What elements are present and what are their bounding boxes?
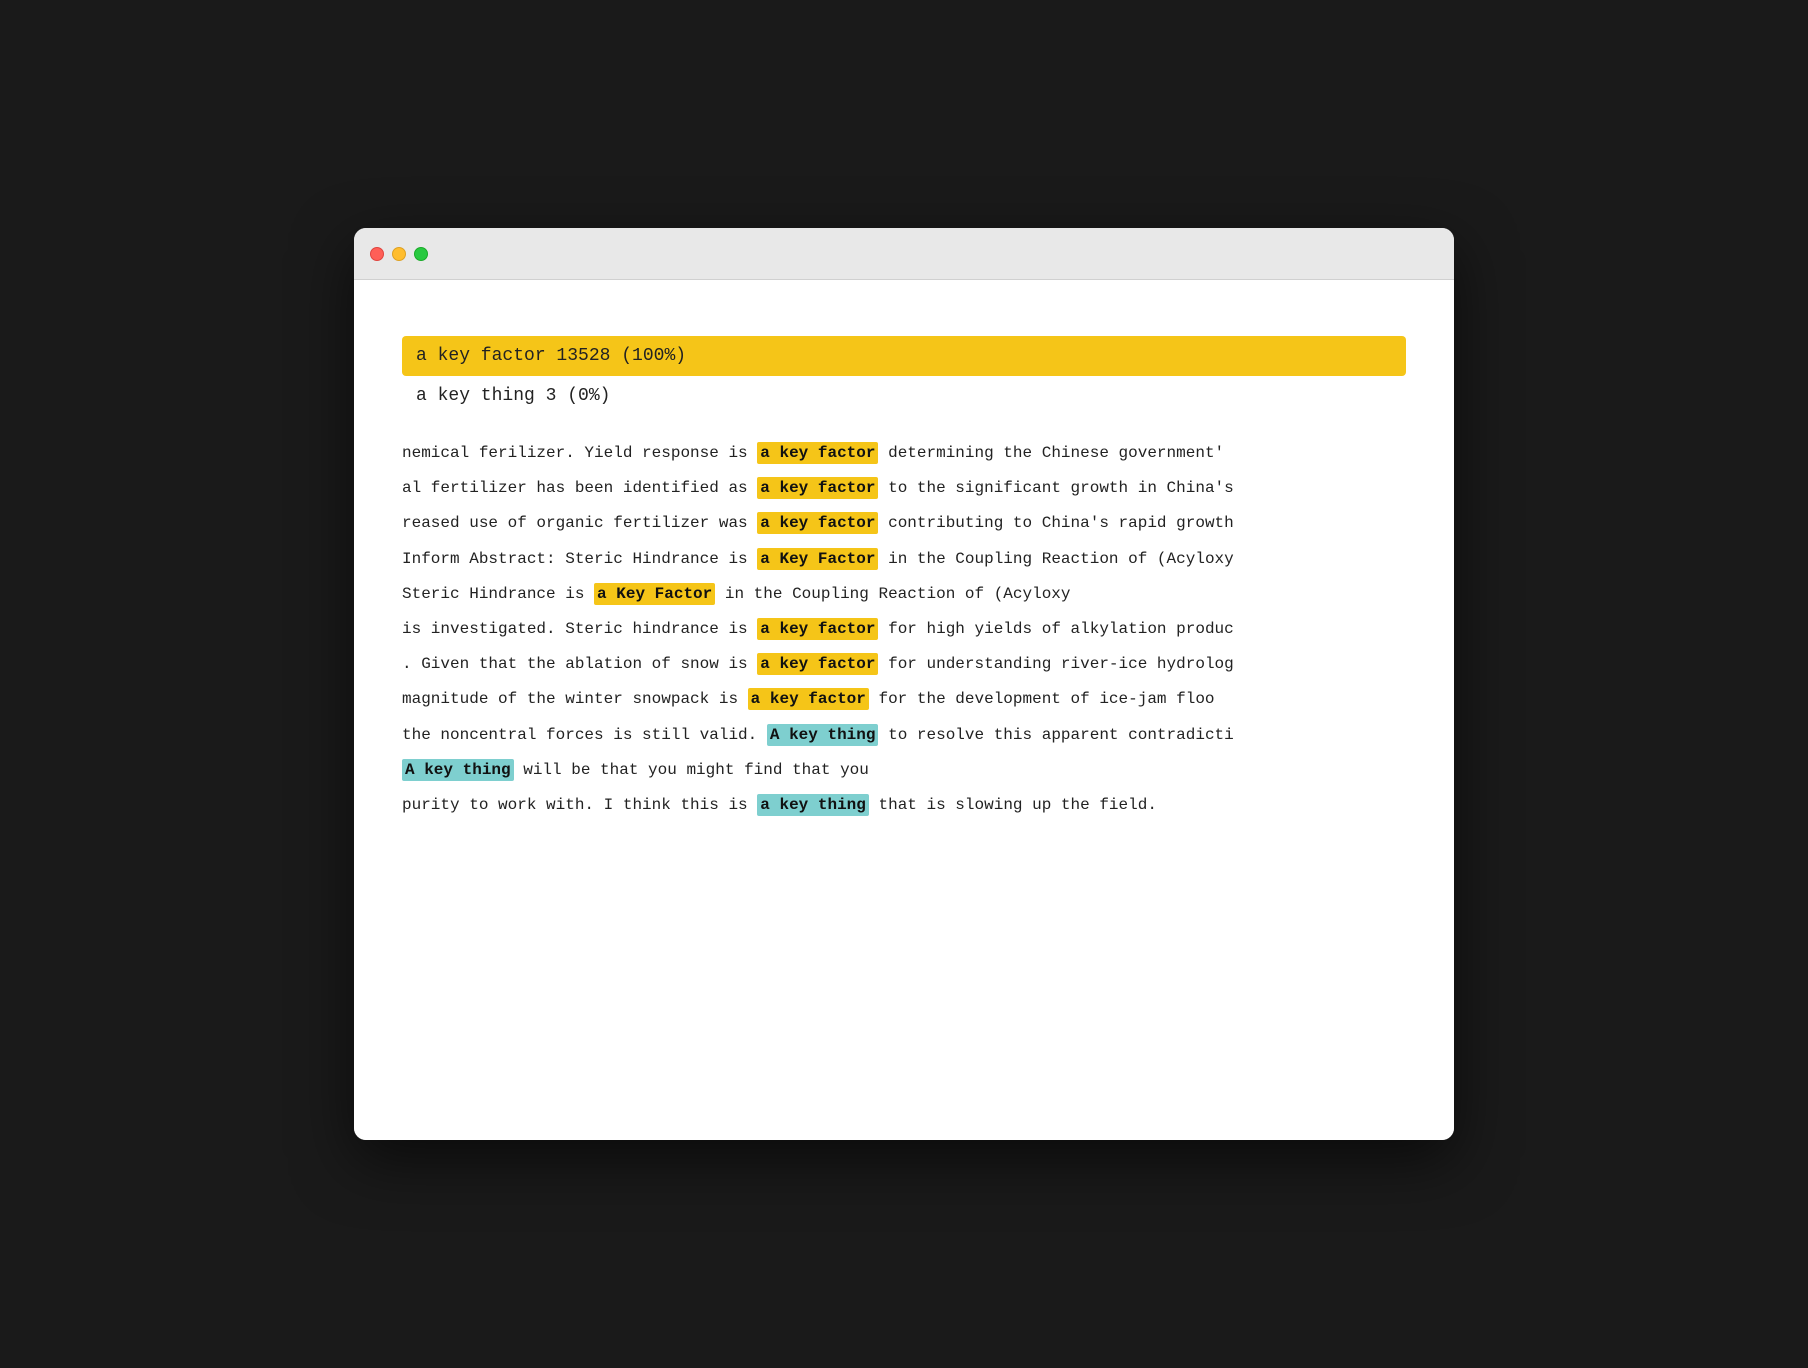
close-button[interactable] xyxy=(370,247,384,261)
concordance-pre: is investigated. Steric hindrance is xyxy=(402,620,757,638)
concordance-highlight: a Key Factor xyxy=(594,583,715,605)
concordance-post: in the Coupling Reaction of (Acyloxy xyxy=(715,585,1070,603)
concordance-pre: reased use of organic fertilizer was xyxy=(402,514,757,532)
concordance-row: Steric Hindrance is a Key Factor in the … xyxy=(402,577,1406,612)
concordance-highlight: a Key Factor xyxy=(757,548,878,570)
concordance-row: A key thing will be that you might find … xyxy=(402,753,1406,788)
app-window: a key factor 13528 (100%)a key thing 3 (… xyxy=(354,228,1454,1140)
concordance-post: for understanding river-ice hydrolog xyxy=(878,655,1233,673)
concordance-row: . Given that the ablation of snow is a k… xyxy=(402,647,1406,682)
option-item-factor[interactable]: a key factor 13528 (100%) xyxy=(402,336,1406,376)
concordance-highlight: A key thing xyxy=(767,724,879,746)
concordance-post: will be that you might find that you xyxy=(514,761,869,779)
minimize-button[interactable] xyxy=(392,247,406,261)
concordance-pre: nemical ferilizer. Yield response is xyxy=(402,444,757,462)
concordance-row: magnitude of the winter snowpack is a ke… xyxy=(402,682,1406,717)
concordance-highlight: a key factor xyxy=(757,618,878,640)
concordance-highlight: a key factor xyxy=(757,653,878,675)
concordance-post: to the significant growth in China's xyxy=(878,479,1233,497)
concordance-highlight: a key factor xyxy=(748,688,869,710)
concordance-pre: Inform Abstract: Steric Hindrance is xyxy=(402,550,757,568)
concordance-post: to resolve this apparent contradicti xyxy=(878,726,1233,744)
concordance-post: determining the Chinese government' xyxy=(878,444,1224,462)
maximize-button[interactable] xyxy=(414,247,428,261)
option-item-thing[interactable]: a key thing 3 (0%) xyxy=(402,376,1406,416)
concordance-highlight: a key factor xyxy=(757,477,878,499)
concordance-row: nemical ferilizer. Yield response is a k… xyxy=(402,436,1406,471)
concordance-highlight: a key thing xyxy=(757,794,869,816)
concordance-row: Inform Abstract: Steric Hindrance is a K… xyxy=(402,542,1406,577)
concordance-highlight: A key thing xyxy=(402,759,514,781)
main-content: a key factor 13528 (100%)a key thing 3 (… xyxy=(354,280,1454,1140)
concordance-pre: Steric Hindrance is xyxy=(402,585,594,603)
concordance-highlight: a key factor xyxy=(757,442,878,464)
concordance-pre: . Given that the ablation of snow is xyxy=(402,655,757,673)
concordance-row: is investigated. Steric hindrance is a k… xyxy=(402,612,1406,647)
concordance-pre: magnitude of the winter snowpack is xyxy=(402,690,748,708)
concordance-post: that is slowing up the field. xyxy=(869,796,1157,814)
concordance-post: in the Coupling Reaction of (Acyloxy xyxy=(878,550,1233,568)
traffic-lights xyxy=(370,247,428,261)
option-list: a key factor 13528 (100%)a key thing 3 (… xyxy=(402,336,1406,416)
concordance-list: nemical ferilizer. Yield response is a k… xyxy=(402,436,1406,823)
concordance-pre: al fertilizer has been identified as xyxy=(402,479,757,497)
concordance-post: contributing to China's rapid growth xyxy=(878,514,1233,532)
concordance-pre: the noncentral forces is still valid. xyxy=(402,726,767,744)
concordance-row: the noncentral forces is still valid. A … xyxy=(402,718,1406,753)
concordance-post: for the development of ice-jam floo xyxy=(869,690,1215,708)
concordance-row: reased use of organic fertilizer was a k… xyxy=(402,506,1406,541)
concordance-pre: purity to work with. I think this is xyxy=(402,796,757,814)
concordance-row: al fertilizer has been identified as a k… xyxy=(402,471,1406,506)
concordance-post: for high yields of alkylation produc xyxy=(878,620,1233,638)
concordance-highlight: a key factor xyxy=(757,512,878,534)
titlebar xyxy=(354,228,1454,280)
concordance-row: purity to work with. I think this is a k… xyxy=(402,788,1406,823)
